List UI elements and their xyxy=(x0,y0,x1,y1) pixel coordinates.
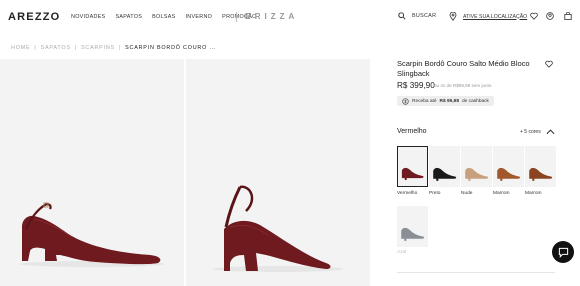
product-title: Scarpin Bordô Couro Salto Médio Bloco Sl… xyxy=(397,59,530,78)
shoe-thumbnail xyxy=(529,167,553,181)
cashback-icon xyxy=(402,97,409,105)
color-swatch-azul[interactable] xyxy=(397,206,428,247)
shoe-thumbnail xyxy=(401,227,425,241)
breadcrumb-separator: | xyxy=(118,45,122,51)
shoe-angle-illustration xyxy=(213,185,343,272)
product-price: R$ 399,90 xyxy=(397,81,435,90)
nav-divider xyxy=(236,12,237,22)
location-button[interactable]: ATIVE SUA LOCALIZAÇÃO xyxy=(449,12,527,21)
breadcrumb-separator: | xyxy=(34,45,37,51)
color-option-label: Nude xyxy=(461,191,473,196)
chat-icon xyxy=(558,247,568,258)
more-colors-link[interactable]: + 5 cores xyxy=(520,129,541,135)
selected-color-label: Vermelho xyxy=(397,128,427,135)
chat-button[interactable] xyxy=(552,241,574,263)
breadcrumb-separator: | xyxy=(74,45,77,51)
chevron-up-icon[interactable] xyxy=(546,128,555,135)
color-option-label: Marrom xyxy=(493,191,510,196)
cashback-suffix: de cashback xyxy=(462,98,489,104)
bag-icon[interactable] xyxy=(564,12,572,20)
breadcrumb-scarpins[interactable]: SCARPINS xyxy=(81,45,115,51)
cashback-prefix: Receba até xyxy=(412,98,437,104)
nav-item-novidades[interactable]: NOVIDADES xyxy=(71,14,105,20)
shoe-thumbnail xyxy=(497,167,521,181)
breadcrumb-current: SCARPIN BORDÔ COURO ... xyxy=(125,45,217,51)
location-label: ATIVE SUA LOCALIZAÇÃO xyxy=(463,13,528,20)
shoe-thumbnail xyxy=(465,167,489,181)
cashback-value: R$ 95,98 xyxy=(439,98,460,104)
breadcrumb-sapatos[interactable]: SAPATOS xyxy=(41,45,71,51)
installments-text: ou 4x de R$99,98 sem juros xyxy=(434,83,492,88)
cashback-badge: Receba até R$ 95,98 de cashback xyxy=(397,96,494,106)
location-pin-icon xyxy=(449,12,457,21)
color-option-label: Preto xyxy=(429,191,441,196)
logo[interactable]: AREZZO xyxy=(8,11,60,23)
shoe-thumbnail xyxy=(433,167,457,181)
color-swatch-marrom[interactable] xyxy=(493,146,524,187)
nav-item-inverno[interactable]: INVERNO xyxy=(186,14,213,20)
user-icon[interactable] xyxy=(546,12,554,20)
section-divider xyxy=(397,272,555,273)
product-image-side[interactable] xyxy=(0,59,184,286)
breadcrumb: HOME | SAPATOS | SCARPINS | SCARPIN BORD… xyxy=(11,45,216,51)
color-swatch-vermelho[interactable] xyxy=(397,146,428,187)
search-label: BUSCAR xyxy=(412,13,437,19)
color-option-label: Vermelho xyxy=(397,191,418,196)
heart-icon[interactable] xyxy=(545,60,553,68)
search-button[interactable]: BUSCAR xyxy=(398,12,436,20)
product-image-angle[interactable] xyxy=(186,59,370,286)
search-icon xyxy=(398,12,406,20)
heart-icon[interactable] xyxy=(530,12,538,20)
color-swatch-nude[interactable] xyxy=(461,146,492,187)
color-swatch-marrom-2[interactable] xyxy=(525,146,556,187)
nav-item-sapatos[interactable]: SAPATOS xyxy=(115,14,142,20)
header: AREZZO NOVIDADES SAPATOS BOLSAS INVERNO … xyxy=(0,0,580,36)
breadcrumb-home[interactable]: HOME xyxy=(11,45,30,51)
brizza-logo[interactable]: BRIZZA xyxy=(245,12,298,21)
color-option-label: Azul xyxy=(397,250,407,255)
color-option-label: Marrom xyxy=(525,191,542,196)
shoe-thumbnail xyxy=(401,167,424,181)
main-nav: NOVIDADES SAPATOS BOLSAS INVERNO PROMOÇÃ… xyxy=(71,14,257,20)
nav-item-bolsas[interactable]: BOLSAS xyxy=(152,14,175,20)
shoe-side-illustration xyxy=(20,202,164,267)
color-swatch-preto[interactable] xyxy=(429,146,460,187)
